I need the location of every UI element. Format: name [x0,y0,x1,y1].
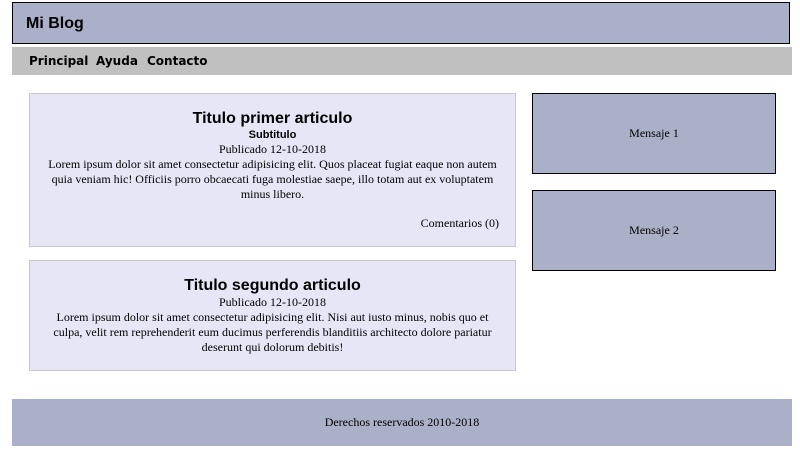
sidebar-message-2: Mensaje 2 [532,190,776,271]
message-label: Mensaje 1 [629,126,679,140]
article-body: Lorem ipsum dolor sit amet consectetur a… [48,157,497,201]
site-header: Mi Blog [12,2,790,44]
article-subtitle: Subtitulo [248,129,297,141]
article-card-1: Titulo primer articulo Subtitulo Publica… [29,93,516,247]
article-title: Titulo segundo articulo [184,277,361,294]
article-body: Lorem ipsum dolor sit amet consectetur a… [53,310,492,354]
article-title: Titulo primer articulo [192,110,353,127]
article-card-2: Titulo segundo articulo Publicado 12-10-… [29,260,516,371]
footer-copyright: Derechos reservados 2010-2018 [324,415,480,429]
article-date: Publicado 12-10-2018 [219,142,326,156]
nav-item-contacto[interactable]: Contacto [147,54,208,68]
nav-item-ayuda[interactable]: Ayuda [96,54,138,68]
message-label: Mensaje 2 [629,223,679,237]
site-title: Mi Blog [26,15,84,32]
site-footer: Derechos reservados 2010-2018 [12,399,792,446]
sidebar-message-1: Mensaje 1 [532,93,776,174]
comments-link[interactable]: Comentarios (0) [421,216,499,231]
article-date: Publicado 12-10-2018 [219,295,326,309]
main-nav: Principal Ayuda Contacto [12,47,792,75]
nav-item-principal[interactable]: Principal [29,54,88,68]
